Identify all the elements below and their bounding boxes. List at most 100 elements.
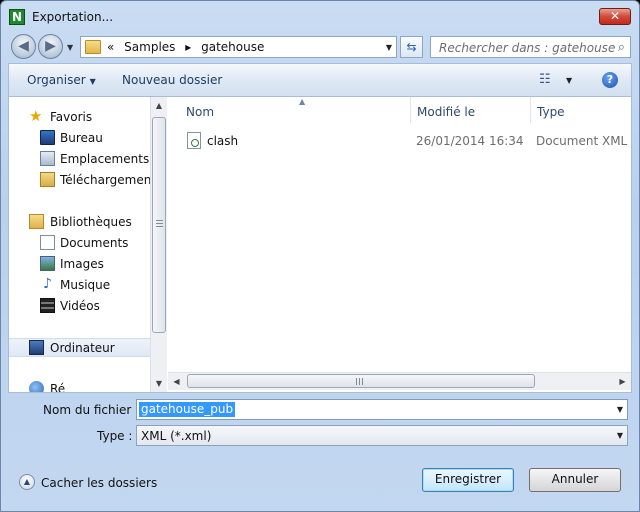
scroll-thumb[interactable] xyxy=(187,374,535,388)
address-dropdown[interactable]: ▼ xyxy=(386,43,392,52)
help-icon: ? xyxy=(606,73,614,86)
filename-dropdown[interactable]: ▼ xyxy=(617,405,623,414)
nav-item-computer[interactable]: Ordinateur xyxy=(9,338,150,357)
nav-label: Téléchargements xyxy=(60,173,150,187)
file-modified: 26/01/2014 16:34 xyxy=(416,134,524,148)
filename-field[interactable]: gatehouse_pub ▼ xyxy=(136,399,628,420)
nav-label: Bibliothèques xyxy=(50,215,132,229)
chevron-down-icon: ▼ xyxy=(67,43,74,52)
column-label: Type xyxy=(537,105,565,119)
chevron-up-circle-icon: ▲ xyxy=(19,474,35,490)
nav-item-libraries[interactable]: Bibliothèques xyxy=(9,213,150,232)
column-header-modified[interactable]: Modifié le xyxy=(410,97,530,123)
cancel-button[interactable]: Annuler xyxy=(529,468,621,492)
breadcrumb: « Samples ▸ gatehouse xyxy=(107,40,270,54)
file-row[interactable]: clash 26/01/2014 16:34 Document XML xyxy=(180,131,631,151)
column-header-type[interactable]: Type xyxy=(530,97,631,123)
file-type-select[interactable]: XML (*.xml) ▼ xyxy=(136,425,628,446)
nav-item-documents[interactable]: Documents xyxy=(9,234,150,253)
nav-item-music[interactable]: ♪ Musique xyxy=(9,276,150,295)
desktop-icon xyxy=(40,130,55,145)
file-list-pane: ▲ Nom Modifié le Type clash 26/01/2014 1… xyxy=(168,97,631,392)
chevron-down-icon: ▼ xyxy=(616,405,623,414)
column-header-name[interactable]: ▲ Nom xyxy=(180,97,410,123)
address-bar[interactable]: « Samples ▸ gatehouse ▼ xyxy=(80,36,397,58)
hide-folders-label: Cacher les dossiers xyxy=(41,476,158,490)
column-label: Nom xyxy=(186,105,215,119)
computer-icon xyxy=(29,340,44,355)
scroll-left-button[interactable]: ◀ xyxy=(168,373,185,390)
scroll-down-button[interactable]: ▼ xyxy=(151,375,167,392)
nav-item-network[interactable]: Ré xyxy=(9,380,150,392)
nav-item-recent-places[interactable]: Emplacements ré xyxy=(9,150,150,169)
scroll-thumb[interactable] xyxy=(152,117,166,333)
organise-label: Organiser xyxy=(27,73,86,87)
breadcrumb-overflow[interactable]: « xyxy=(107,40,114,54)
breadcrumb-separator[interactable]: ▸ xyxy=(185,40,191,54)
nav-vertical-scrollbar[interactable]: ▲ ▼ xyxy=(150,97,167,392)
nav-label: Bureau xyxy=(60,131,103,145)
music-note-icon: ♪ xyxy=(43,276,52,292)
column-label: Modifié le xyxy=(417,105,476,119)
file-type-dropdown[interactable]: ▼ xyxy=(617,431,623,440)
network-icon xyxy=(29,381,44,392)
sort-ascending-icon: ▲ xyxy=(299,97,306,106)
new-folder-button[interactable]: Nouveau dossier xyxy=(122,73,222,87)
search-icon: ⌕ xyxy=(617,40,625,55)
search-input[interactable]: Rechercher dans : gatehouse ⌕ xyxy=(430,36,631,58)
chevron-left-icon: ◀ xyxy=(173,377,180,386)
nav-item-downloads[interactable]: Téléchargements xyxy=(9,171,150,190)
scroll-up-button[interactable]: ▲ xyxy=(151,97,167,114)
nav-label: Musique xyxy=(60,278,111,292)
nav-label: Vidéos xyxy=(60,299,100,313)
title-bar: N Exportation... ✕ xyxy=(1,1,639,31)
downloads-icon xyxy=(40,172,55,187)
views-dropdown[interactable]: ▼ xyxy=(566,76,572,85)
chevron-down-icon: ▼ xyxy=(385,43,392,52)
file-type: Document XML xyxy=(536,134,628,148)
images-icon xyxy=(40,256,55,271)
save-button[interactable]: Enregistrer xyxy=(422,468,514,492)
search-placeholder: Rechercher dans : gatehouse xyxy=(439,41,616,55)
organise-button[interactable]: Organiser ▼ xyxy=(27,73,96,87)
recent-pages-dropdown[interactable]: ▼ xyxy=(67,43,73,52)
browser-panes: ★ Favoris Bureau Emplacements ré Télécha… xyxy=(8,96,632,393)
nav-item-favorites[interactable]: ★ Favoris xyxy=(9,108,150,127)
breadcrumb-item-samples[interactable]: Samples xyxy=(124,40,175,54)
recent-places-icon xyxy=(40,151,55,166)
nav-item-images[interactable]: Images xyxy=(9,255,150,274)
filename-label: Nom du fichier : xyxy=(43,403,140,417)
chevron-down-icon: ▼ xyxy=(89,77,96,86)
arrow-right-icon: ▶ xyxy=(45,38,56,54)
nav-item-videos[interactable]: Vidéos xyxy=(9,297,150,316)
nav-label: Ré xyxy=(50,382,66,392)
file-name: clash xyxy=(207,134,239,148)
nav-item-desktop[interactable]: Bureau xyxy=(9,129,150,148)
app-icon: N xyxy=(9,9,25,25)
address-row: ◀ ▶ ▼ « Samples ▸ gatehouse ▼ ⇆ Recherch… xyxy=(1,31,639,63)
libraries-icon xyxy=(29,214,44,229)
star-icon: ★ xyxy=(29,107,43,125)
grip-icon xyxy=(156,220,163,228)
nav-label: Emplacements ré xyxy=(60,152,150,166)
film-icon xyxy=(40,298,55,313)
chevron-down-icon: ▼ xyxy=(566,76,573,85)
back-button[interactable]: ◀ xyxy=(11,34,36,59)
views-button[interactable]: ☷ xyxy=(539,72,551,87)
nav-label: Favoris xyxy=(50,110,93,124)
breadcrumb-item-gatehouse[interactable]: gatehouse xyxy=(201,40,264,54)
navigation-pane: ★ Favoris Bureau Emplacements ré Télécha… xyxy=(9,97,150,392)
refresh-button[interactable]: ⇆ xyxy=(400,36,423,58)
documents-icon xyxy=(40,235,55,250)
help-button[interactable]: ? xyxy=(602,72,618,88)
refresh-icon: ⇆ xyxy=(406,40,417,54)
forward-button[interactable]: ▶ xyxy=(38,34,63,59)
close-button[interactable]: ✕ xyxy=(599,8,631,25)
type-label: Type : xyxy=(97,429,133,443)
file-horizontal-scrollbar[interactable]: ◀ ▶ xyxy=(168,372,631,390)
chevron-right-icon: ▶ xyxy=(619,377,626,386)
scroll-right-button[interactable]: ▶ xyxy=(614,373,631,390)
nav-label: Images xyxy=(60,257,104,271)
folder-icon xyxy=(85,40,101,54)
arrow-left-icon: ◀ xyxy=(18,38,29,54)
